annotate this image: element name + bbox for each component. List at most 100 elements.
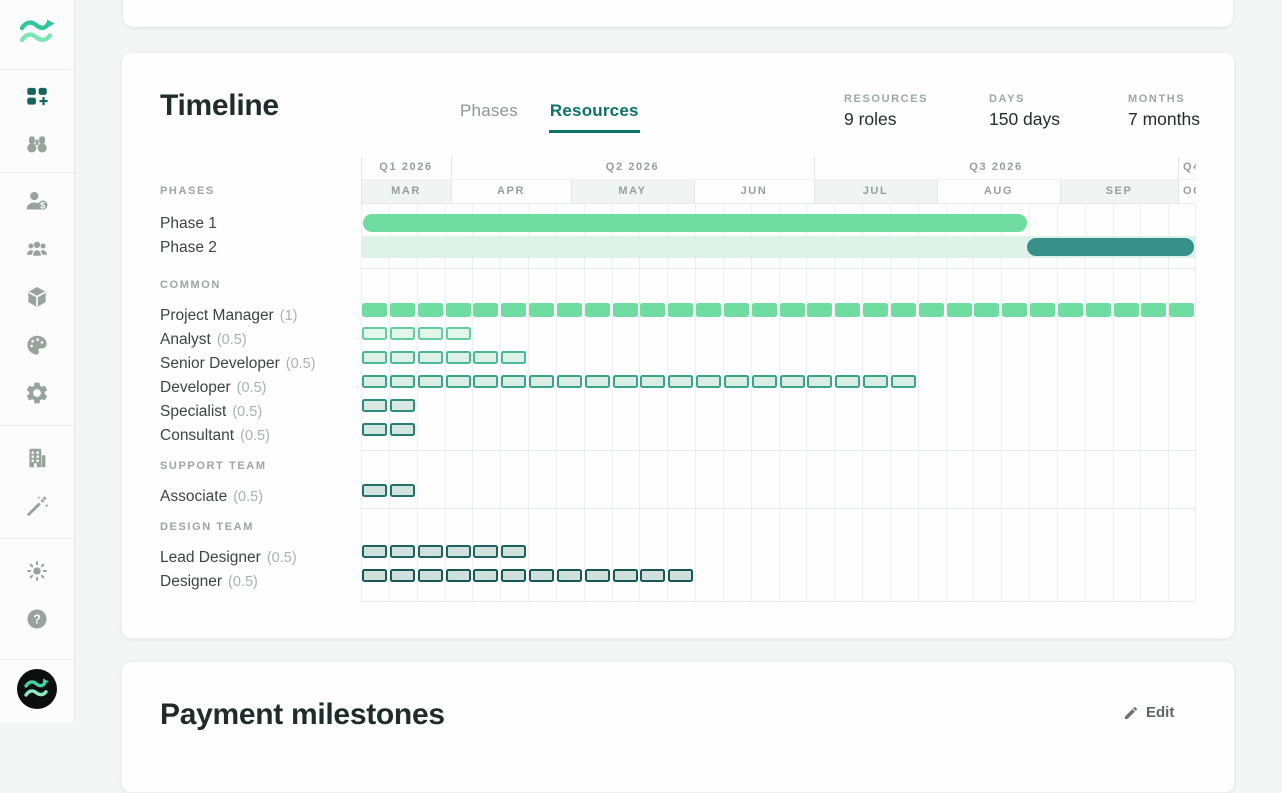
allocation-block[interactable] xyxy=(613,303,638,317)
allocation-block[interactable] xyxy=(1169,303,1194,317)
allocation-block[interactable] xyxy=(1030,303,1055,317)
allocation-block[interactable] xyxy=(640,303,665,317)
allocation-block[interactable] xyxy=(390,399,415,412)
edit-button[interactable]: Edit xyxy=(1123,704,1174,721)
allocation-block[interactable] xyxy=(418,303,443,317)
allocation-block[interactable] xyxy=(446,545,471,558)
allocation-block[interactable] xyxy=(891,375,916,388)
tab-resources[interactable]: Resources xyxy=(549,99,640,133)
allocation-block[interactable] xyxy=(1086,303,1111,317)
allocation-block[interactable] xyxy=(1141,303,1166,317)
allocation-block[interactable] xyxy=(919,303,944,317)
allocation-block[interactable] xyxy=(390,569,415,582)
allocation-block[interactable] xyxy=(446,569,471,582)
sidebar-item-team[interactable] xyxy=(0,225,74,273)
allocation-block[interactable] xyxy=(585,375,610,388)
allocation-block[interactable] xyxy=(1114,303,1139,317)
allocation-block[interactable] xyxy=(863,303,888,317)
allocation-block[interactable] xyxy=(390,303,415,317)
allocation-block[interactable] xyxy=(585,569,610,582)
allocation-block[interactable] xyxy=(446,375,471,388)
allocation-block[interactable] xyxy=(418,351,443,364)
allocation-block[interactable] xyxy=(1002,303,1027,317)
sidebar-item-brightness[interactable] xyxy=(0,547,74,595)
allocation-block[interactable] xyxy=(835,375,860,388)
allocation-block[interactable] xyxy=(390,545,415,558)
allocation-block[interactable] xyxy=(390,351,415,364)
allocation-block[interactable] xyxy=(724,375,749,388)
allocation-block[interactable] xyxy=(418,569,443,582)
allocation-block[interactable] xyxy=(640,375,665,388)
allocation-block[interactable] xyxy=(473,351,498,364)
allocation-block[interactable] xyxy=(668,569,693,582)
allocation-block[interactable] xyxy=(947,303,972,317)
allocation-block[interactable] xyxy=(390,327,415,340)
allocation-block[interactable] xyxy=(1058,303,1083,317)
allocation-block[interactable] xyxy=(752,375,777,388)
allocation-block[interactable] xyxy=(780,375,805,388)
allocation-block[interactable] xyxy=(362,327,387,340)
allocation-block[interactable] xyxy=(863,375,888,388)
sidebar-item-person-dollar[interactable]: $ xyxy=(0,177,74,225)
allocation-block[interactable] xyxy=(557,569,582,582)
allocation-block[interactable] xyxy=(390,484,415,497)
gantt-bar-phase-2[interactable] xyxy=(1027,238,1194,256)
allocation-block[interactable] xyxy=(724,303,749,317)
allocation-block[interactable] xyxy=(390,423,415,436)
allocation-block[interactable] xyxy=(501,545,526,558)
allocation-block[interactable] xyxy=(696,375,721,388)
allocation-block[interactable] xyxy=(668,303,693,317)
allocation-block[interactable] xyxy=(418,545,443,558)
allocation-block[interactable] xyxy=(362,545,387,558)
allocation-block[interactable] xyxy=(473,569,498,582)
sidebar-item-dashboard-add[interactable] xyxy=(0,72,74,120)
tab-phases[interactable]: Phases xyxy=(459,99,519,133)
allocation-block[interactable] xyxy=(446,327,471,340)
allocation-block[interactable] xyxy=(613,375,638,388)
allocation-block[interactable] xyxy=(501,351,526,364)
allocation-block[interactable] xyxy=(807,375,832,388)
allocation-block[interactable] xyxy=(557,303,582,317)
allocation-block[interactable] xyxy=(780,303,805,317)
sidebar-item-gear[interactable] xyxy=(0,369,74,417)
allocation-block[interactable] xyxy=(446,351,471,364)
allocation-block[interactable] xyxy=(362,423,387,436)
allocation-block[interactable] xyxy=(446,303,471,317)
sidebar-item-cube[interactable] xyxy=(0,273,74,321)
allocation-block[interactable] xyxy=(473,303,498,317)
allocation-block[interactable] xyxy=(529,569,554,582)
allocation-block[interactable] xyxy=(501,375,526,388)
allocation-block[interactable] xyxy=(390,375,415,388)
allocation-block[interactable] xyxy=(362,399,387,412)
allocation-block[interactable] xyxy=(835,303,860,317)
user-avatar[interactable] xyxy=(0,659,74,722)
allocation-block[interactable] xyxy=(529,303,554,317)
allocation-block[interactable] xyxy=(501,303,526,317)
allocation-block[interactable] xyxy=(418,375,443,388)
allocation-block[interactable] xyxy=(891,303,916,317)
app-logo[interactable] xyxy=(0,0,74,70)
allocation-block[interactable] xyxy=(696,303,721,317)
allocation-block[interactable] xyxy=(362,351,387,364)
sidebar-item-binoculars[interactable] xyxy=(0,120,74,168)
gantt-bar-phase-1[interactable] xyxy=(363,214,1027,232)
allocation-block[interactable] xyxy=(473,375,498,388)
allocation-block[interactable] xyxy=(362,375,387,388)
allocation-block[interactable] xyxy=(974,303,999,317)
allocation-block[interactable] xyxy=(585,303,610,317)
allocation-block[interactable] xyxy=(418,327,443,340)
allocation-block[interactable] xyxy=(529,375,554,388)
allocation-block[interactable] xyxy=(473,545,498,558)
allocation-block[interactable] xyxy=(613,569,638,582)
sidebar-item-building[interactable] xyxy=(0,434,74,482)
sidebar-item-palette[interactable] xyxy=(0,321,74,369)
allocation-block[interactable] xyxy=(640,569,665,582)
allocation-block[interactable] xyxy=(362,484,387,497)
allocation-block[interactable] xyxy=(752,303,777,317)
allocation-block[interactable] xyxy=(557,375,582,388)
allocation-block[interactable] xyxy=(501,569,526,582)
allocation-block[interactable] xyxy=(362,303,387,317)
sidebar-item-help[interactable]: ? xyxy=(0,595,74,643)
sidebar-item-magic-wand[interactable] xyxy=(0,482,74,530)
allocation-block[interactable] xyxy=(807,303,832,317)
